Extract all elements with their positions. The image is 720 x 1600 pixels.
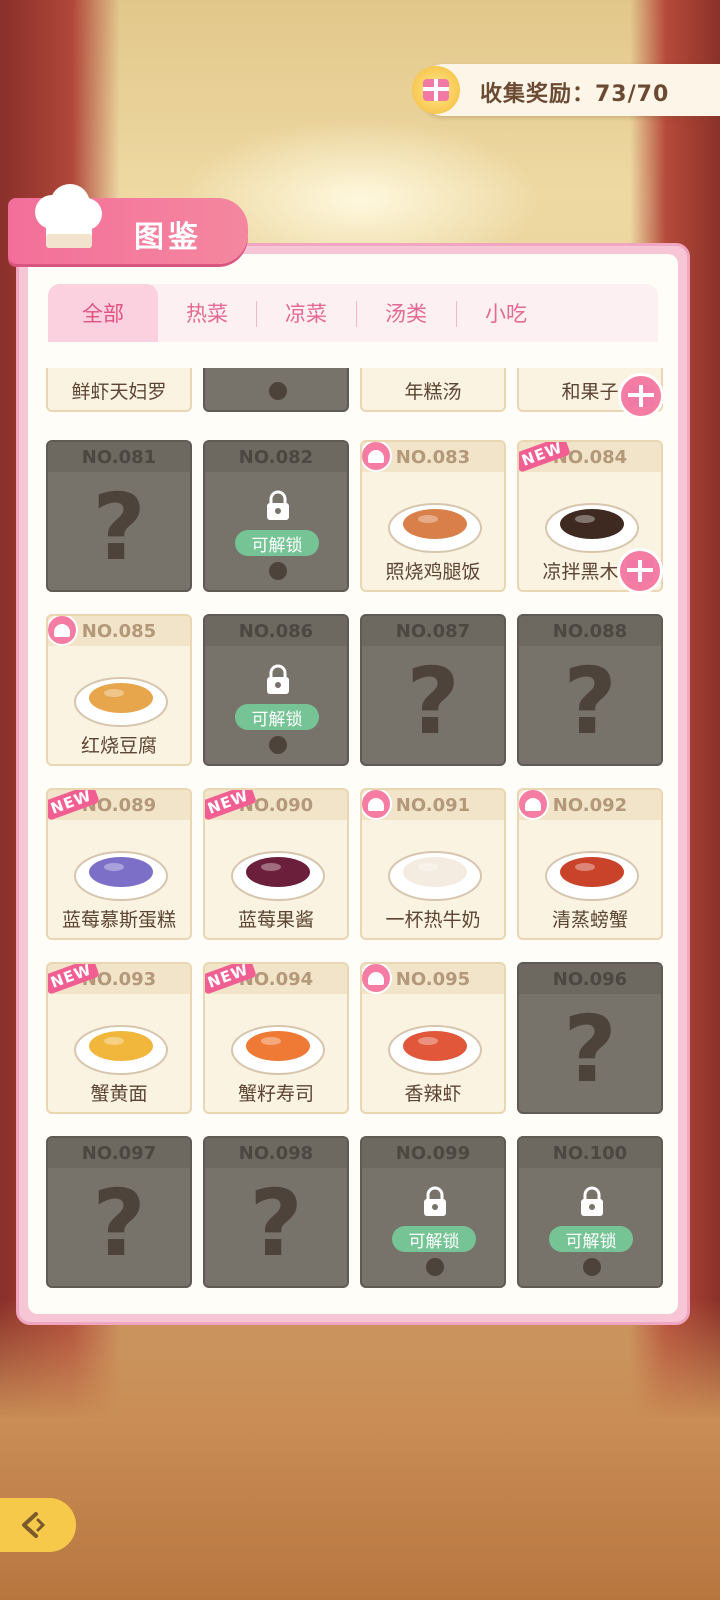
question-mark-icon: ? (563, 647, 617, 755)
dish-image (388, 503, 482, 553)
dish-name: 鲜虾天妇罗 (71, 381, 167, 403)
dish-image (388, 851, 482, 901)
dish-number: NO.087 (362, 616, 504, 646)
question-dot-icon (583, 1258, 601, 1276)
question-mark-icon (269, 382, 287, 400)
dish-card[interactable]: NO.090 蓝莓果酱 NEW (203, 788, 349, 940)
page-title: 图鉴 (134, 220, 202, 255)
question-dot-icon (426, 1258, 444, 1276)
gift-reward-icon[interactable] (617, 548, 663, 594)
dish-name: 香辣虾 (404, 1083, 462, 1105)
dish-name: 清蒸螃蟹 (551, 909, 628, 931)
lock-icon (267, 490, 289, 520)
dish-card[interactable]: NO.095 香辣虾 (360, 962, 506, 1114)
dish-card[interactable]: NO.086 可解锁 (203, 614, 349, 766)
back-button[interactable] (0, 1498, 76, 1552)
dish-number: NO.098 (205, 1138, 347, 1168)
dish-card[interactable]: NO.098? (203, 1136, 349, 1288)
dish-card[interactable] (203, 368, 349, 412)
dish-card[interactable]: NO.093 蟹黄面 NEW (46, 962, 192, 1114)
question-mark-icon: ? (563, 995, 617, 1103)
chef-hat-badge-icon (362, 964, 392, 994)
dish-number: NO.081 (48, 442, 190, 472)
dish-card[interactable]: NO.092 清蒸螃蟹 (517, 788, 663, 940)
unlock-badge[interactable]: 可解锁 (392, 1226, 476, 1252)
question-mark-icon: ? (406, 647, 460, 755)
dish-number: NO.086 (205, 616, 347, 646)
dish-name: 年糕汤 (404, 381, 462, 403)
question-mark-icon: ? (92, 1169, 146, 1277)
background-floor (0, 1300, 720, 1600)
dish-name: 一杯热牛奶 (385, 909, 481, 931)
dish-number: NO.096 (519, 964, 661, 994)
chef-hat-badge-icon (519, 790, 549, 820)
dish-name: 蟹黄面 (90, 1083, 148, 1105)
dish-image (545, 503, 639, 553)
dish-card[interactable]: NO.081? (46, 440, 192, 592)
dish-image (231, 851, 325, 901)
gift-reward-icon[interactable] (618, 373, 664, 419)
chef-hat-badge-icon (362, 790, 392, 820)
dish-card[interactable]: 年糕汤 (360, 368, 506, 412)
lock-icon (581, 1186, 603, 1216)
tab-all[interactable]: 全部 (48, 284, 158, 342)
tab-cold-dishes[interactable]: 凉菜 (256, 284, 356, 342)
dish-card[interactable]: NO.089 蓝莓慕斯蛋糕 NEW (46, 788, 192, 940)
dish-card[interactable]: NO.097? (46, 1136, 192, 1288)
chef-hat-badge-icon (362, 442, 392, 472)
dish-card[interactable]: 鲜虾天妇罗 (46, 368, 192, 412)
dish-image (545, 851, 639, 901)
dish-card[interactable]: NO.088? (517, 614, 663, 766)
dish-name: 照烧鸡腿饭 (385, 561, 481, 583)
category-tabs: 全部 热菜 凉菜 汤类 小吃 (48, 284, 658, 342)
question-dot-icon (269, 736, 287, 754)
dish-image (74, 1025, 168, 1075)
dish-number: NO.100 (519, 1138, 661, 1168)
dish-image (74, 677, 168, 727)
unlock-badge[interactable]: 可解锁 (235, 530, 319, 556)
unlock-badge[interactable]: 可解锁 (235, 704, 319, 730)
dish-image (231, 1025, 325, 1075)
dish-card[interactable]: NO.083 照烧鸡腿饭 (360, 440, 506, 592)
dish-card[interactable]: NO.087? (360, 614, 506, 766)
question-mark-icon: ? (92, 473, 146, 581)
dish-card[interactable]: NO.100 可解锁 (517, 1136, 663, 1288)
back-arrow-icon (22, 1512, 46, 1538)
dish-card[interactable]: NO.096? (517, 962, 663, 1114)
dish-card[interactable]: NO.099 可解锁 (360, 1136, 506, 1288)
lock-icon (424, 1186, 446, 1216)
collection-reward-label: 收集奖励：73/70 (480, 82, 670, 107)
tab-soups[interactable]: 汤类 (356, 284, 456, 342)
dish-card[interactable]: NO.091 一杯热牛奶 (360, 788, 506, 940)
lock-icon (267, 664, 289, 694)
dish-name: 蓝莓慕斯蛋糕 (61, 909, 176, 931)
dish-image (388, 1025, 482, 1075)
unlock-badge[interactable]: 可解锁 (549, 1226, 633, 1252)
dish-name: 红烧豆腐 (80, 735, 157, 757)
dish-name: 蟹籽寿司 (237, 1083, 314, 1105)
question-mark-icon: ? (249, 1169, 303, 1277)
dish-card[interactable]: NO.082 可解锁 (203, 440, 349, 592)
dish-number: NO.082 (205, 442, 347, 472)
question-dot-icon (269, 562, 287, 580)
dish-image (74, 851, 168, 901)
tab-hot-dishes[interactable]: 热菜 (158, 284, 256, 342)
dish-number: NO.088 (519, 616, 661, 646)
gift-icon[interactable] (412, 66, 460, 114)
dish-card[interactable]: NO.085 红烧豆腐 (46, 614, 192, 766)
dish-name: 蓝莓果酱 (237, 909, 314, 931)
dish-card[interactable]: NO.094 蟹籽寿司 NEW (203, 962, 349, 1114)
chef-hat-icon (35, 184, 102, 248)
chef-hat-badge-icon (48, 616, 78, 646)
dish-number: NO.099 (362, 1138, 504, 1168)
dish-number: NO.097 (48, 1138, 190, 1168)
tab-snacks[interactable]: 小吃 (456, 284, 556, 342)
